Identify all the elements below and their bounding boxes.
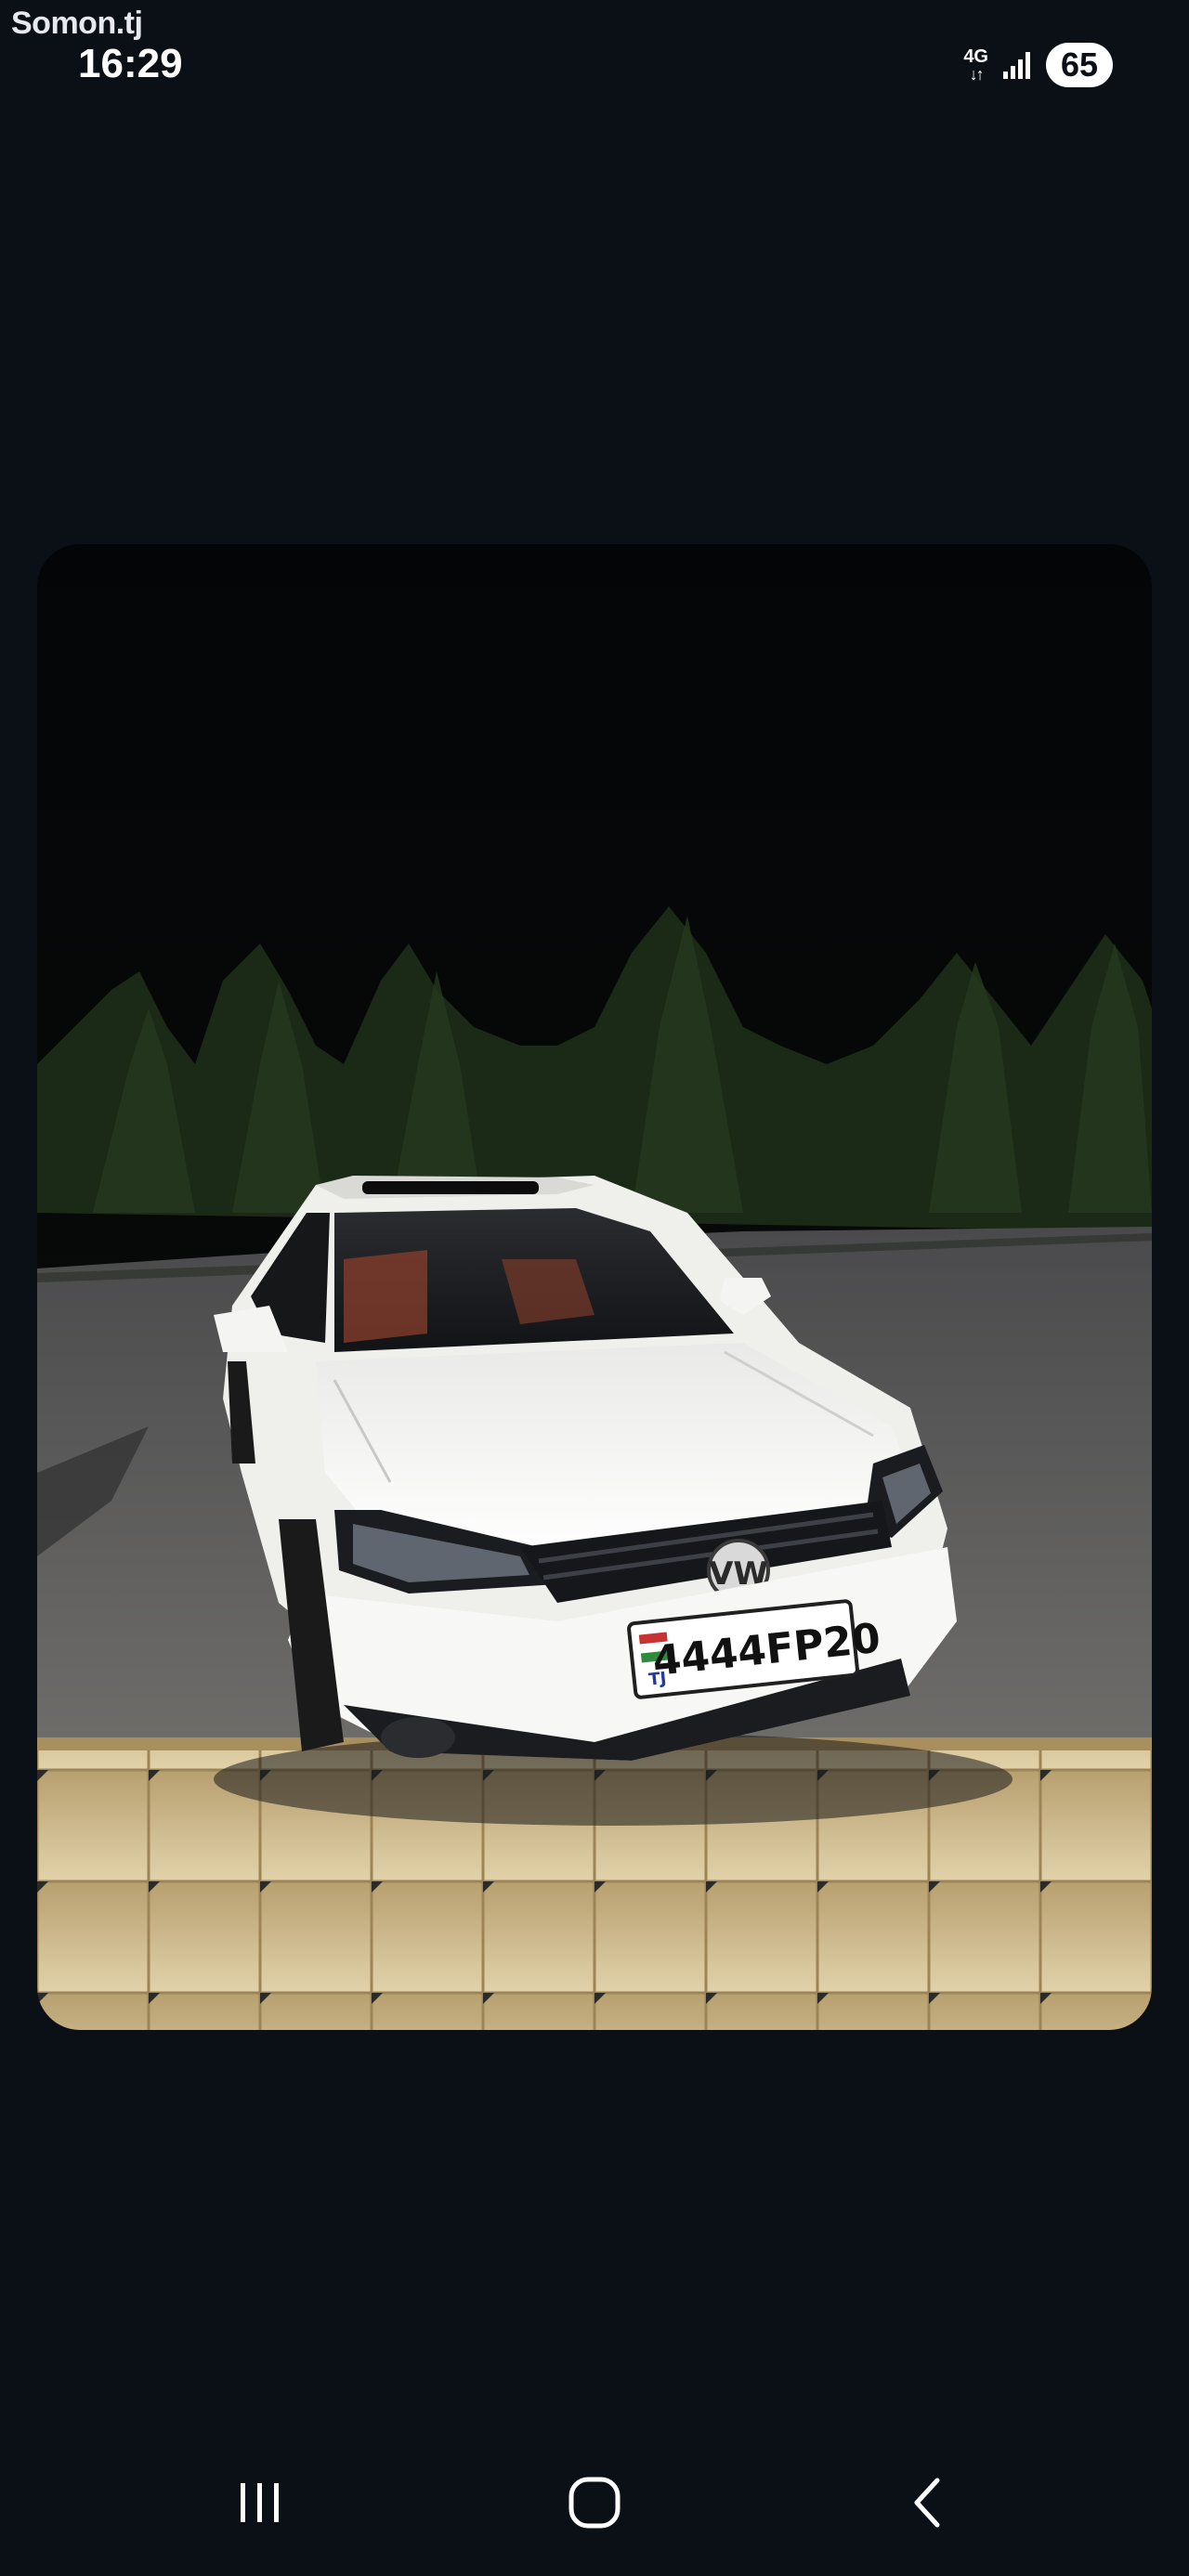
recents-icon (241, 2483, 279, 2522)
status-bar: 16:29 4G ↓↑ 65 (0, 0, 1189, 111)
battery-indicator: 65 (1046, 43, 1113, 87)
home-icon (568, 2477, 621, 2529)
signal-strength-icon (1003, 52, 1030, 79)
status-clock: 16:29 (78, 41, 183, 86)
recents-button[interactable] (204, 2452, 316, 2554)
back-button[interactable] (873, 2452, 985, 2554)
system-nav-bar (0, 2452, 1189, 2554)
network-indicator: 4G ↓↑ (963, 47, 988, 83)
status-indicators: 4G ↓↑ 65 (963, 43, 1113, 87)
network-type-label: 4G (963, 46, 988, 67)
car-photo[interactable]: VW TJ 4444FP20 (37, 544, 1152, 2030)
car-photo-image: VW TJ 4444FP20 (37, 544, 1152, 2030)
data-arrows-icon: ↓↑ (969, 65, 985, 84)
home-button[interactable] (539, 2452, 650, 2554)
back-icon (914, 2478, 940, 2528)
